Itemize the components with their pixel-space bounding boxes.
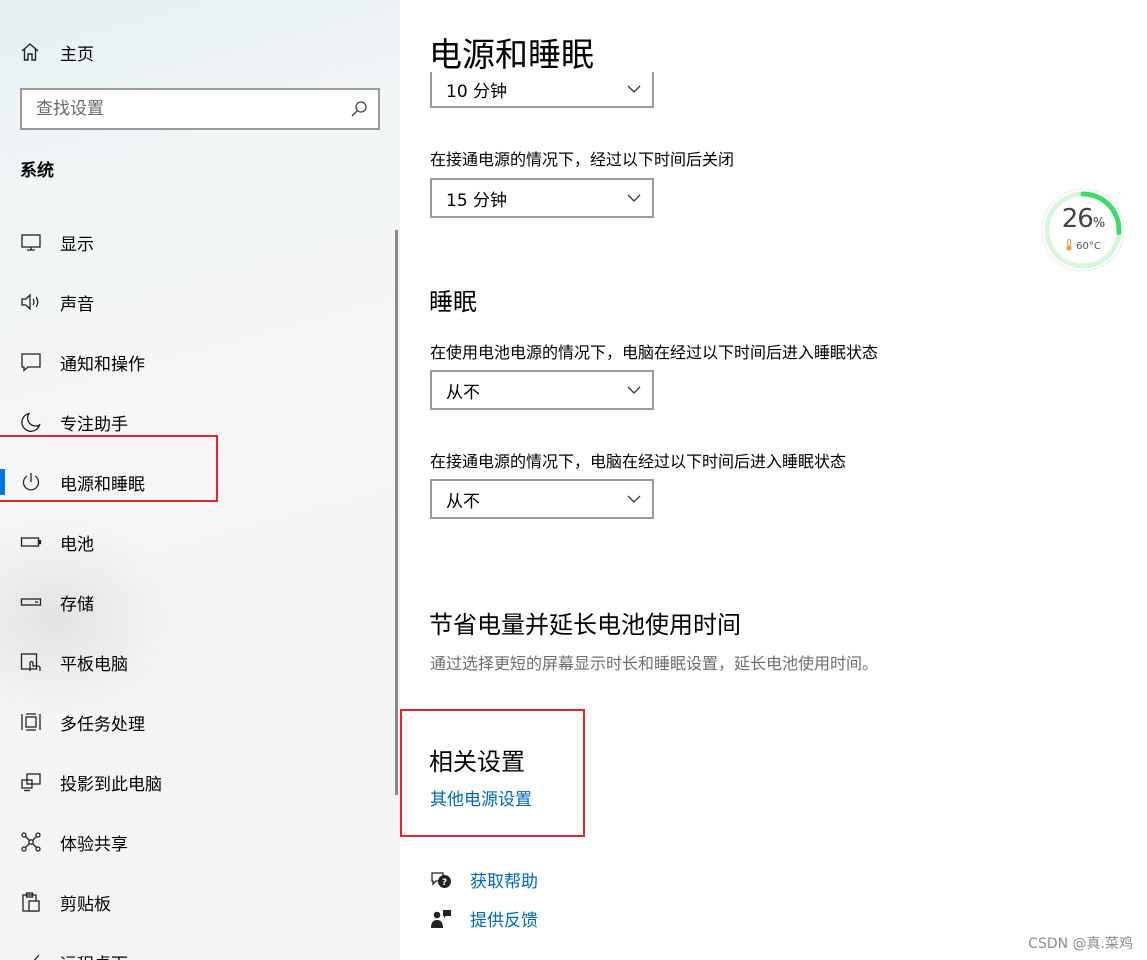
sidebar-item-clipboard[interactable]: 剪贴板 xyxy=(0,872,400,932)
sidebar-item-label: 显示 xyxy=(60,234,94,255)
project-icon xyxy=(21,773,41,792)
multitask-icon xyxy=(21,713,41,731)
give-feedback-link[interactable]: 提供反馈 xyxy=(430,906,538,931)
svg-text:?: ? xyxy=(442,878,447,888)
screen-plugged-dropdown[interactable]: 15 分钟 xyxy=(430,178,654,218)
sleep-battery-label: 在使用电池电源的情况下，电脑在经过以下时间后进入睡眠状态 xyxy=(430,343,879,362)
screen-battery-dropdown[interactable]: 10 分钟 xyxy=(430,72,654,108)
save-power-description: 通过选择更短的屏幕显示时长和睡眠设置，延长电池使用时间。 xyxy=(430,654,879,673)
sidebar-item-label: 投影到此电脑 xyxy=(60,774,162,795)
sidebar-item-label: 体验共享 xyxy=(60,834,128,855)
sidebar-item-tablet[interactable]: 平板电脑 xyxy=(0,632,400,692)
get-help-link[interactable]: ? 获取帮助 xyxy=(430,867,538,892)
sidebar-item-label: 专注助手 xyxy=(60,414,128,435)
performance-widget[interactable]: 26% 60°C xyxy=(1040,187,1126,273)
save-power-heading: 节省电量并延长电池使用时间 xyxy=(429,611,741,639)
sidebar-item-label: 存储 xyxy=(60,594,94,615)
sidebar-item-label: 剪贴板 xyxy=(60,894,111,915)
clipboard-icon xyxy=(22,892,40,912)
search-input[interactable] xyxy=(36,99,350,119)
sidebar-item-label: 通知和操作 xyxy=(60,354,145,375)
remote-icon xyxy=(33,954,40,960)
sleep-heading: 睡眠 xyxy=(429,288,477,316)
home-label: 主页 xyxy=(60,44,94,65)
give-feedback-label: 提供反馈 xyxy=(470,911,538,931)
sidebar-item-notifications[interactable]: 通知和操作 xyxy=(0,332,400,392)
share-icon xyxy=(21,832,41,852)
sleep-battery-dropdown[interactable]: 从不 xyxy=(430,370,654,410)
thermometer-icon xyxy=(1066,239,1072,251)
help-chat-icon: ? xyxy=(431,871,451,888)
sidebar-item-label: 平板电脑 xyxy=(60,654,128,675)
sidebar-item-display[interactable]: 显示 xyxy=(0,212,400,272)
monitor-icon xyxy=(21,234,41,251)
sidebar-item-project[interactable]: 投影到此电脑 xyxy=(0,752,400,812)
tablet-icon xyxy=(20,653,41,671)
sidebar-item-label: 电池 xyxy=(60,534,94,555)
search-icon[interactable] xyxy=(350,100,368,118)
sidebar-nav: 显示 声音 通知和操作 专注助手 电源和睡眠 电池 存储 平板电脑 多任务处理 … xyxy=(0,212,400,960)
screen-plugged-label: 在接通电源的情况下，经过以下时间后关闭 xyxy=(430,150,735,169)
home-icon xyxy=(21,43,39,61)
moon-icon xyxy=(21,412,41,432)
dropdown-value: 从不 xyxy=(446,491,480,512)
highlight-box-related-settings xyxy=(400,709,585,837)
temperature-value: 60°C xyxy=(1076,241,1101,252)
get-help-label: 获取帮助 xyxy=(470,872,538,892)
sidebar: 主页 系统 显示 声音 通知和操作 专注助手 电源和睡眠 xyxy=(0,0,400,960)
temperature-readout: 60°C xyxy=(1040,239,1126,252)
feedback-icon xyxy=(431,909,451,928)
home-link[interactable]: 主页 xyxy=(18,37,94,67)
sidebar-item-sound[interactable]: 声音 xyxy=(0,272,400,332)
cpu-percent-unit: % xyxy=(1092,216,1105,231)
sidebar-item-remote-desktop[interactable]: 远程桌面 xyxy=(0,932,400,960)
page-title: 电源和睡眠 xyxy=(429,35,594,74)
chevron-down-icon xyxy=(627,85,641,93)
sidebar-item-storage[interactable]: 存储 xyxy=(0,572,400,632)
notification-icon xyxy=(21,353,41,372)
chevron-down-icon xyxy=(627,194,641,202)
sidebar-item-label: 声音 xyxy=(60,294,94,315)
storage-icon xyxy=(20,598,42,606)
chevron-down-icon xyxy=(627,386,641,394)
section-title: 系统 xyxy=(20,161,54,181)
dropdown-value: 10 分钟 xyxy=(446,81,508,102)
sleep-plugged-label: 在接通电源的情况下，电脑在经过以下时间后进入睡眠状态 xyxy=(430,452,847,471)
cpu-percent: 26% xyxy=(1040,204,1126,234)
battery-icon xyxy=(20,537,42,547)
sleep-plugged-dropdown[interactable]: 从不 xyxy=(430,479,654,519)
sidebar-item-label: 多任务处理 xyxy=(60,714,145,735)
sidebar-scrollbar[interactable] xyxy=(395,230,398,795)
highlight-box-power-sleep xyxy=(0,435,218,502)
dropdown-value: 15 分钟 xyxy=(446,190,508,211)
dropdown-value: 从不 xyxy=(446,382,480,403)
watermark: CSDN @真.菜鸡 xyxy=(1028,936,1133,952)
chevron-down-icon xyxy=(627,495,641,503)
search-box[interactable] xyxy=(20,88,380,130)
sidebar-item-battery[interactable]: 电池 xyxy=(0,512,400,572)
sidebar-item-shared-experiences[interactable]: 体验共享 xyxy=(0,812,400,872)
cpu-percent-value: 26 xyxy=(1061,204,1094,234)
speaker-icon xyxy=(21,293,39,311)
main-content: 电源和睡眠 10 分钟 在接通电源的情况下，经过以下时间后关闭 15 分钟 睡眠… xyxy=(400,0,1147,960)
sidebar-item-multitasking[interactable]: 多任务处理 xyxy=(0,692,400,752)
sidebar-item-label: 远程桌面 xyxy=(60,950,128,960)
